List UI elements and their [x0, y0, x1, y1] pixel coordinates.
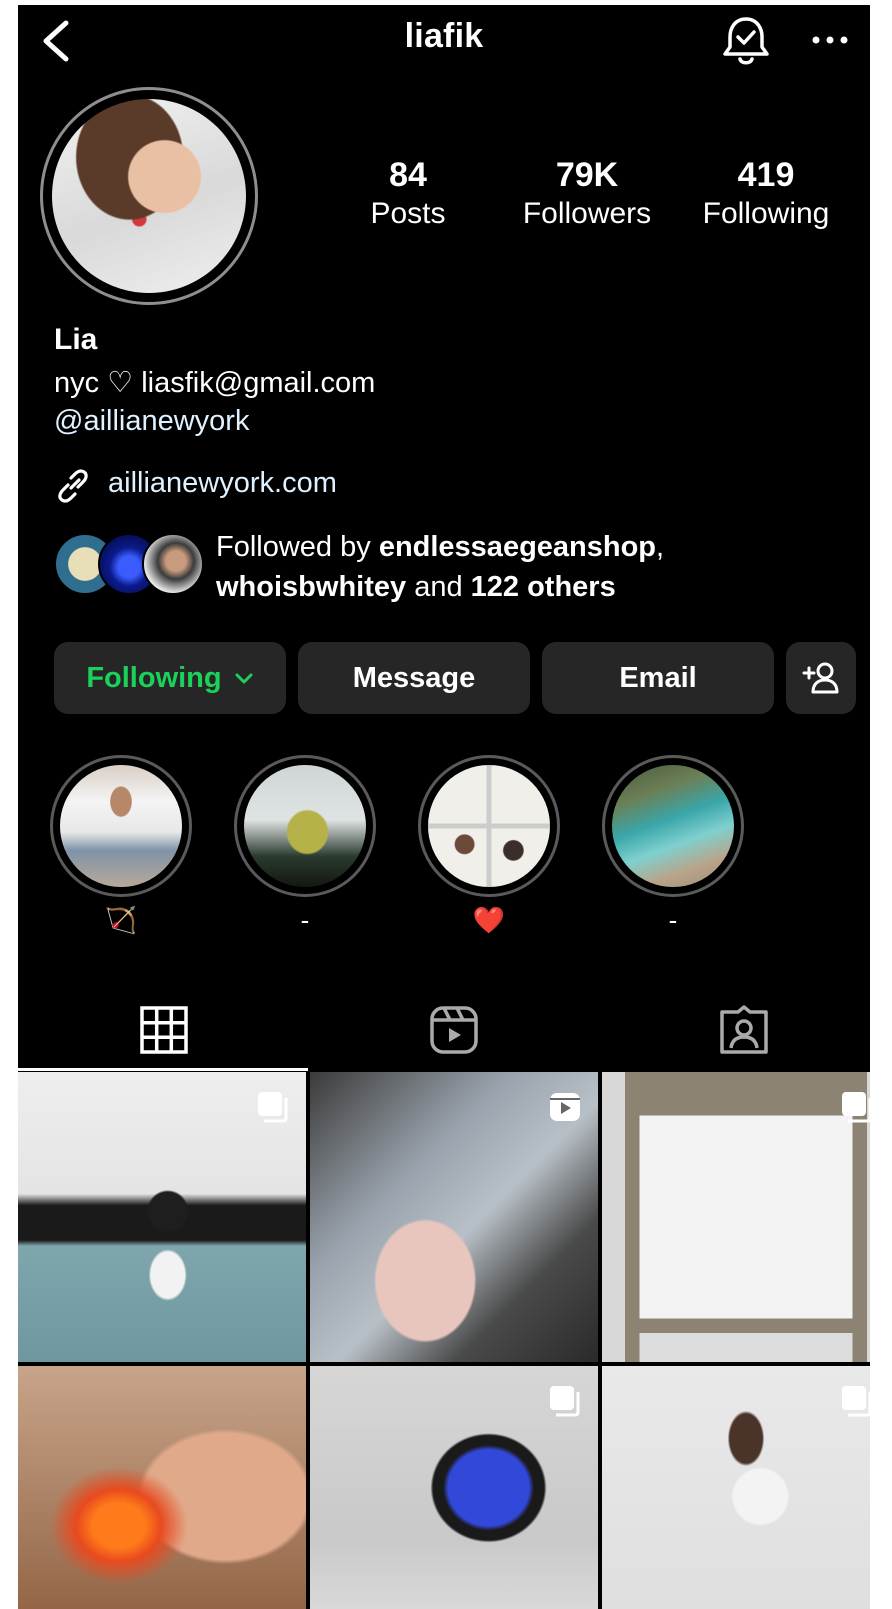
bell-check-icon[interactable] — [720, 13, 772, 69]
stat-followers-value: 79K — [555, 156, 619, 194]
post-thumbnail[interactable] — [18, 1366, 306, 1609]
tab-posts-grid[interactable] — [18, 990, 302, 1070]
stat-posts-value: 84 — [389, 156, 427, 194]
stat-following[interactable]: 419 Following — [686, 155, 846, 233]
following-button-label: Following — [86, 662, 222, 694]
highlight-label: 🏹 — [104, 905, 138, 935]
stat-posts[interactable]: 84 Posts — [328, 155, 488, 233]
mutual-avatar — [142, 533, 204, 595]
carousel-icon — [842, 1386, 870, 1417]
bio-line: nyc ♡ liasfik@gmail.com — [54, 367, 376, 399]
top-bar: liafik — [18, 5, 870, 75]
mutual-followers-avatars[interactable] — [54, 533, 204, 599]
active-tab-indicator — [18, 1068, 308, 1071]
reels-icon — [430, 1006, 478, 1054]
post-thumbnail[interactable] — [18, 1072, 306, 1362]
carousel-icon — [258, 1092, 288, 1123]
add-user-button[interactable] — [786, 642, 856, 714]
highlight-image — [60, 765, 182, 887]
stat-posts-label: Posts — [370, 197, 446, 230]
post-thumbnail[interactable] — [310, 1072, 598, 1362]
followed-by-text[interactable]: Followed by endlessaegeanshop, whoisbwhi… — [216, 527, 856, 607]
following-button[interactable]: Following — [54, 642, 286, 714]
tab-tagged[interactable] — [586, 990, 870, 1070]
highlight-image — [244, 765, 366, 887]
website-link-text: aillianewyork.com — [108, 467, 337, 499]
message-button[interactable]: Message — [298, 642, 530, 714]
grid-icon — [140, 1006, 188, 1054]
stat-following-value: 419 — [737, 156, 795, 194]
stat-following-label: Following — [702, 197, 830, 230]
profile-screen: liafik 84 Posts 79K Followers 419 Follow… — [18, 5, 870, 1609]
stat-followers-label: Followers — [522, 197, 652, 230]
link-icon — [54, 467, 92, 505]
followed-by-comma: , — [656, 531, 665, 563]
highlight-label: ❤️ — [472, 905, 506, 935]
highlight-image — [612, 765, 734, 887]
stat-followers[interactable]: 79K Followers — [507, 155, 667, 233]
followed-by-middle: and — [406, 571, 471, 603]
followed-by-user: endlessaegeanshop — [378, 531, 657, 563]
followed-by-others: 122 others — [470, 571, 616, 603]
more-horizontal-icon[interactable] — [808, 25, 852, 55]
profile-tabs — [18, 990, 870, 1070]
highlight-label: - — [300, 905, 310, 935]
tab-reels[interactable] — [302, 990, 586, 1070]
add-user-icon — [802, 662, 839, 694]
followed-by-prefix: Followed by — [216, 531, 379, 563]
bio-tag-link[interactable]: @aillianewyork — [54, 405, 249, 438]
highlight-image — [428, 765, 550, 887]
email-button[interactable]: Email — [542, 642, 774, 714]
post-thumbnail[interactable] — [310, 1366, 598, 1609]
post-thumbnail[interactable] — [602, 1072, 870, 1362]
tagged-icon — [720, 1005, 768, 1054]
carousel-icon — [842, 1092, 870, 1123]
avatar[interactable] — [52, 99, 246, 293]
carousel-icon — [550, 1386, 580, 1417]
post-thumbnail[interactable] — [602, 1366, 870, 1609]
chevron-down-icon — [235, 673, 253, 684]
highlight-label: - — [668, 905, 678, 935]
reels-icon — [550, 1093, 580, 1121]
followed-by-user: whoisbwhitey — [216, 571, 407, 603]
bio-name: Lia — [54, 323, 98, 356]
